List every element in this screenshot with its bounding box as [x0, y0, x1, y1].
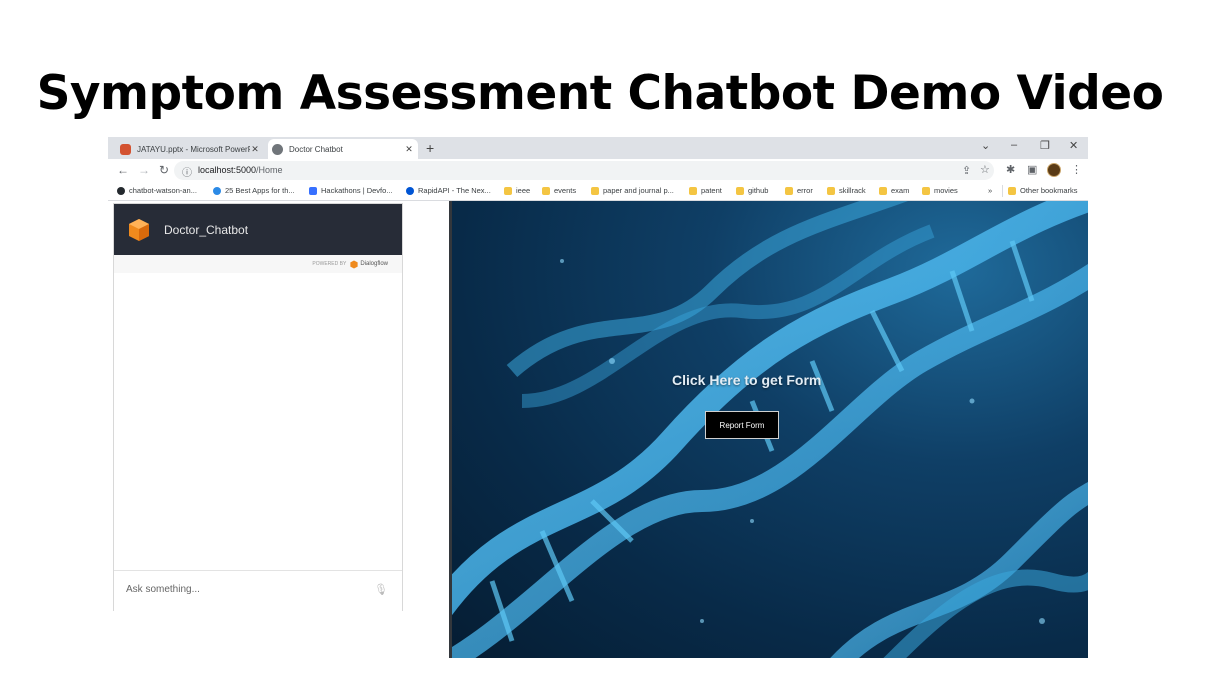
folder-icon: [504, 186, 512, 195]
url-text: localhost:5000/Home: [198, 165, 283, 175]
bookmark-label: movies: [934, 186, 958, 195]
dialogflow-brand: Dialogflow: [350, 260, 388, 269]
app-icon: [213, 186, 221, 195]
other-bookmarks[interactable]: Other bookmarks: [1008, 186, 1078, 195]
restore-icon[interactable]: ❐: [1040, 139, 1050, 152]
folder-icon: [922, 186, 930, 195]
devfolio-icon: [309, 186, 317, 195]
address-bar[interactable]: ⓘ localhost:5000/Home ⇪ ☆: [174, 161, 994, 180]
folder-icon: [1008, 186, 1016, 195]
new-tab-icon[interactable]: +: [426, 140, 434, 156]
url-path: /Home: [256, 165, 283, 175]
tab-title: Doctor Chatbot: [289, 144, 343, 154]
tab-search-icon[interactable]: ⌄: [981, 139, 990, 152]
bookmark-label: chatbot-watson-an...: [129, 186, 197, 195]
tab-doctor-chatbot[interactable]: Doctor Chatbot ✕: [268, 139, 418, 159]
dialogflow-icon: [350, 260, 358, 268]
bookmark-item[interactable]: paper and journal p...: [591, 186, 674, 195]
bookmark-label: skillrack: [839, 186, 866, 195]
close-window-icon[interactable]: ✕: [1069, 139, 1078, 152]
bookmark-label: paper and journal p...: [603, 186, 674, 195]
bookmarks-bar: chatbot-watson-an... 25 Best Apps for th…: [108, 182, 1088, 201]
bookmark-item[interactable]: 25 Best Apps for th...: [213, 186, 295, 195]
dialogflow-logo-icon: [129, 218, 149, 241]
globe-icon: [272, 143, 283, 155]
bookmark-item[interactable]: chatbot-watson-an...: [117, 186, 197, 195]
url-host: localhost:5000: [198, 165, 257, 175]
page-viewport: Doctor_Chatbot POWERED BY Dialogflow Ask…: [108, 201, 1088, 658]
forward-icon[interactable]: →: [138, 163, 150, 177]
bookmark-item[interactable]: RapidAPI - The Nex...: [406, 186, 491, 195]
bookmark-item[interactable]: ieee: [504, 186, 530, 195]
bookmark-label: Hackathons | Devfo...: [321, 186, 393, 195]
extensions-icon[interactable]: ✱: [1006, 163, 1015, 176]
chat-input-bar[interactable]: Ask something... 🎙: [114, 570, 402, 611]
slide-title: Symptom Assessment Chatbot Demo Video: [36, 66, 1164, 121]
folder-icon: [591, 186, 599, 195]
powered-by-bar: POWERED BY Dialogflow: [114, 255, 402, 273]
chatbot-title: Doctor_Chatbot: [164, 222, 249, 237]
tab-strip: JATAYU.pptx - Microsoft PowerPo ✕ Doctor…: [108, 137, 1088, 159]
overflow-label: »: [988, 186, 993, 195]
cta-text: Click Here to get Form: [672, 372, 822, 388]
bookmark-label: 25 Best Apps for th...: [225, 186, 295, 195]
bookmark-label: exam: [891, 186, 910, 195]
folder-icon: [879, 186, 887, 195]
folder-icon: [689, 186, 697, 195]
site-info-icon[interactable]: ⓘ: [182, 164, 192, 179]
reload-icon[interactable]: ↻: [159, 163, 169, 177]
bookmark-label: github: [748, 186, 769, 195]
folder-icon: [542, 186, 550, 195]
powered-by-label: POWERED BY: [312, 261, 347, 267]
powerpoint-icon: [120, 143, 131, 155]
back-icon[interactable]: ←: [117, 163, 129, 177]
bookmark-star-icon[interactable]: ☆: [980, 163, 990, 176]
bookmark-item[interactable]: patent: [689, 186, 722, 195]
toolbar: ← → ↻ ⓘ localhost:5000/Home ⇪ ☆ ✱ ▣ ⋮: [108, 159, 1088, 182]
bookmark-item[interactable]: github: [736, 186, 768, 195]
bookmark-item[interactable]: Hackathons | Devfo...: [309, 186, 393, 195]
minimize-icon[interactable]: –: [1011, 139, 1017, 151]
avatar[interactable]: [1047, 163, 1061, 177]
folder-icon: [827, 186, 835, 195]
divider: [1002, 185, 1003, 197]
bookmark-label: patent: [701, 186, 722, 195]
github-icon: [117, 186, 125, 195]
bookmark-item[interactable]: skillrack: [827, 186, 866, 195]
folder-icon: [736, 186, 744, 195]
bookmark-item[interactable]: events: [542, 186, 576, 195]
chatbot-header: Doctor_Chatbot: [114, 204, 402, 255]
menu-icon[interactable]: ⋮: [1071, 163, 1082, 176]
rapidapi-icon: [406, 186, 414, 195]
microphone-icon[interactable]: 🎙: [374, 583, 388, 596]
close-tab-icon[interactable]: ✕: [250, 144, 260, 155]
chatbot-widget: Doctor_Chatbot POWERED BY Dialogflow Ask…: [113, 203, 403, 611]
folder-icon: [785, 186, 793, 195]
bookmark-label: RapidAPI - The Nex...: [418, 186, 491, 195]
bookmark-label: events: [554, 186, 577, 195]
bookmark-label: ieee: [516, 186, 531, 195]
bookmark-item[interactable]: exam: [879, 186, 909, 195]
tab-powerpoint[interactable]: JATAYU.pptx - Microsoft PowerPo ✕: [116, 139, 264, 159]
share-icon[interactable]: ⇪: [962, 164, 971, 177]
tab-title: JATAYU.pptx - Microsoft PowerPo: [137, 144, 250, 154]
bookmark-item[interactable]: error: [785, 186, 813, 195]
close-tab-icon[interactable]: ✕: [404, 144, 414, 155]
dialogflow-label: Dialogflow: [360, 261, 388, 267]
chat-messages: [114, 273, 402, 570]
bookmark-label: Other bookmarks: [1020, 186, 1078, 195]
bookmark-label: error: [797, 186, 813, 195]
side-panel-icon[interactable]: ▣: [1027, 163, 1037, 176]
bookmarks-overflow-button[interactable]: »: [988, 186, 992, 195]
hero-banner: Click Here to get Form Report Form: [449, 201, 1088, 658]
report-form-button[interactable]: Report Form: [705, 411, 779, 439]
chat-input-placeholder[interactable]: Ask something...: [126, 584, 200, 595]
browser-window: JATAYU.pptx - Microsoft PowerPo ✕ Doctor…: [108, 137, 1088, 658]
bookmark-item[interactable]: movies: [922, 186, 958, 195]
